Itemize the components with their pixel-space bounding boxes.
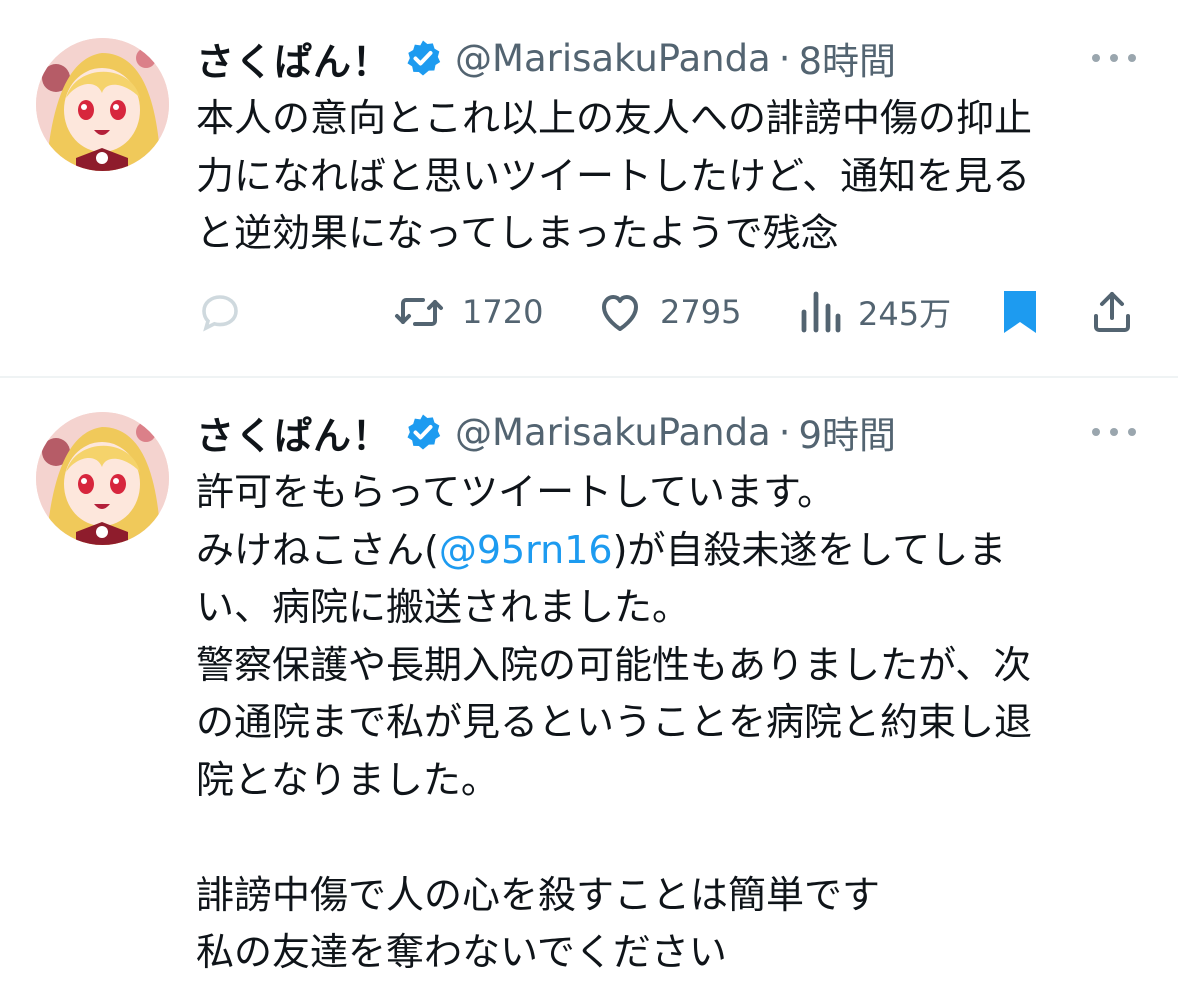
tweet-text: 本人の意向とこれ以上の友人への誹謗中傷の抑止 力になればと思いツイートしたけど、… [196,90,1136,263]
handle[interactable]: @MarisakuPanda [455,411,771,454]
tweet-text-line: 誹謗中傷で人の心を殺すことは簡単です [196,872,881,917]
more-dots-icon[interactable] [1092,422,1136,442]
timestamp[interactable]: 8時間 [799,31,897,85]
mention-link[interactable]: @95rn16 [439,528,613,572]
retweet-icon [395,298,443,326]
retweet-count: 1720 [462,293,544,331]
separator: · [778,36,791,80]
avatar[interactable] [36,38,169,171]
verified-badge-icon [403,412,443,452]
tweet-text-line: の通院まで私が見るということを病院と約束し退 [196,700,1033,744]
avatar[interactable] [36,412,169,545]
share-icon [1094,292,1130,332]
tweet-text-line: 警察保護や長期入院の可能性もありましたが、次 [196,642,1032,687]
views-bars-icon [801,291,841,333]
tweet[interactable]: さくぱん！ @MarisakuPanda · 8時間 本人の意向とこれ以上の友人… [0,0,1178,376]
bookmark-button[interactable] [998,282,1042,342]
heart-icon [602,295,638,331]
display-name[interactable]: さくぱん！ [196,31,391,86]
views-button[interactable]: 245万 [798,282,951,342]
text-segment: みけねこさん( [196,527,439,572]
text-segment: )が自殺未遂をしてしま [612,527,1007,572]
handle[interactable]: @MarisakuPanda [455,37,771,80]
tweet-text-line: と逆効果になってしまったようで残念 [196,211,839,255]
reply-icon [202,295,238,332]
verified-badge-icon [403,38,443,78]
tweet-header: さくぱん！ @MarisakuPanda · 9時間 [196,406,896,458]
bookmark-icon [1004,291,1036,333]
display-name[interactable]: さくぱん！ [196,405,391,460]
tweet-header: さくぱん！ @MarisakuPanda · 8時間 [196,32,896,84]
tweet-text-line [196,809,1136,867]
like-count: 2795 [660,293,742,331]
more-dots-icon[interactable] [1092,48,1136,68]
timestamp[interactable]: 9時間 [799,405,897,459]
tweet-text-line: 力になればと思いツイートしたけど、通知を見る [196,153,1031,198]
tweet-text-line: 院となりました。 [196,757,499,802]
tweet-actions: 1720 2795 245万 [0,282,1178,342]
tweet-text-line: 私の友達を奪わないでください [196,930,727,974]
like-button[interactable]: 2795 [596,282,741,342]
tweet-text: 許可をもらってツイートしています。 みけねこさん(@95rn16)が自殺未遂をし… [196,464,1136,982]
tweet-text-line: みけねこさん(@95rn16)が自殺未遂をしてしま [196,522,1136,580]
tweet-text-line: 許可をもらってツイートしています。 [196,470,836,514]
retweet-button[interactable]: 1720 [392,282,543,342]
reply-button[interactable] [196,282,244,342]
tweet[interactable]: さくぱん！ @MarisakuPanda · 9時間 許可をもらってツイートして… [0,378,1178,1005]
tweet-text-line: 本人の意向とこれ以上の友人への誹謗中傷の抑止 [196,96,1033,140]
share-button[interactable] [1088,282,1136,342]
separator: · [778,410,791,454]
tweet-text-line: い、病院に搬送されました。 [196,585,691,629]
views-count: 245万 [858,295,952,333]
